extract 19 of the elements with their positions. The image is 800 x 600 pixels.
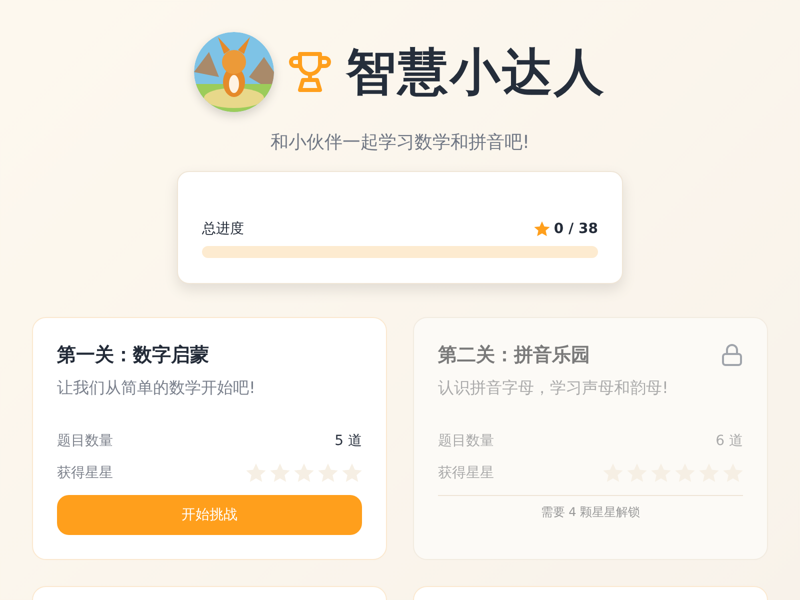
progress-label: 总进度: [202, 220, 244, 238]
level-title: 第二关：拼音乐园: [438, 343, 590, 368]
stars-label: 获得星星: [438, 464, 494, 482]
question-count-label: 题目数量: [57, 432, 113, 450]
lock-icon: [721, 343, 743, 367]
question-count: 5 道: [334, 432, 362, 450]
progress-reading: 0 / 38: [554, 221, 598, 237]
star-icon: [534, 221, 550, 237]
subtitle: 和小伙伴一起学习数学和拼音吧!: [269, 131, 531, 154]
start-challenge-button[interactable]: 开始挑战: [57, 495, 362, 535]
question-count-label: 题目数量: [438, 432, 494, 450]
trophy-icon: [288, 50, 332, 94]
level-title: 第一关：数字启蒙: [57, 343, 209, 368]
app-title: 智慧小达人: [346, 42, 606, 102]
unlock-hint: 需要 4 颗星星解锁: [438, 495, 743, 521]
level-description: 认识拼音字母，学习声母和韵母!: [438, 378, 670, 399]
question-count: 6 道: [716, 432, 743, 450]
stars-label: 获得星星: [57, 464, 113, 482]
level-description: 让我们从简单的数学开始吧!: [57, 378, 256, 399]
